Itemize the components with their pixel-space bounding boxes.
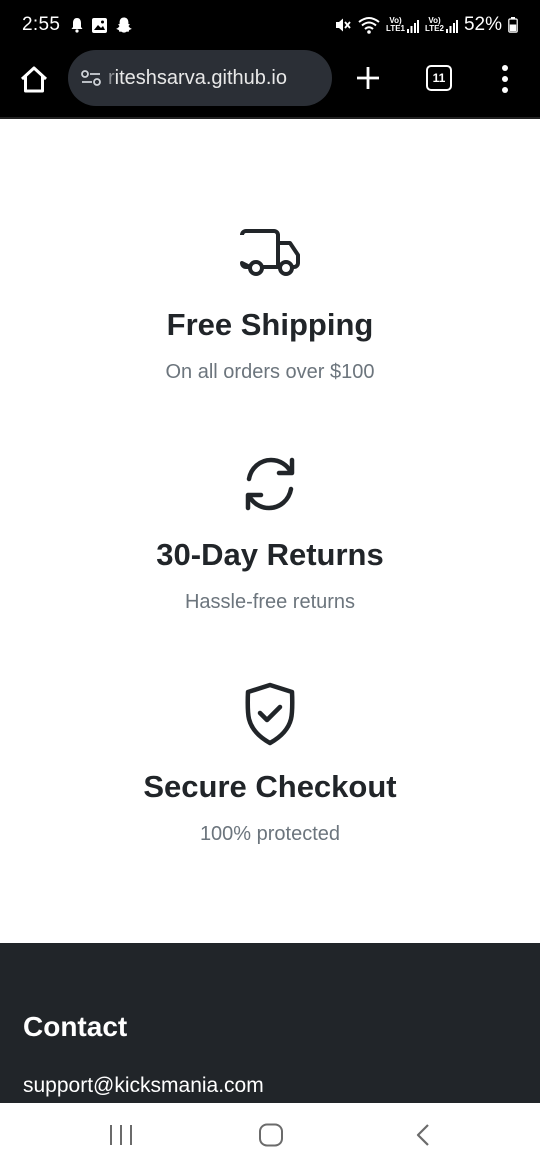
status-time: 2:55 [22, 14, 61, 35]
status-bar: 2:55 Vo) LTE1 Vo) LTE2 52% [0, 0, 540, 50]
back-icon[interactable] [412, 1123, 434, 1147]
tab-switcher-button[interactable]: 11 [426, 65, 452, 91]
features-section: Free Shipping On all orders over $100 30… [0, 119, 540, 943]
feature-title: Secure Checkout [143, 769, 397, 804]
bell-icon [71, 18, 83, 33]
feature-title: 30-Day Returns [156, 537, 384, 572]
status-notification-icons [70, 16, 133, 34]
feature-returns: 30-Day Returns Hassle-free returns [0, 453, 540, 614]
home-nav-icon[interactable] [258, 1123, 284, 1147]
system-navigation-bar [0, 1103, 540, 1170]
home-icon[interactable] [18, 64, 50, 96]
refresh-icon [245, 457, 295, 511]
battery-percent: 52% [463, 14, 502, 35]
image-icon [92, 17, 108, 33]
url-text[interactable]: riteshsarva.github.io [108, 67, 287, 90]
feature-secure-checkout: Secure Checkout 100% protected [0, 681, 540, 846]
mute-icon [336, 18, 351, 32]
wifi-icon [358, 17, 380, 34]
truck-icon [240, 229, 300, 276]
feature-description: On all orders over $100 [165, 361, 375, 383]
status-left: 2:55 [22, 14, 133, 36]
more-menu-icon[interactable] [498, 64, 512, 94]
browser-toolbar: riteshsarva.github.io 11 [0, 50, 540, 118]
footer-contact-heading: Contact [23, 1011, 128, 1042]
site-settings-icon[interactable] [80, 67, 102, 89]
footer: Contact support@kicksmania.com [0, 943, 540, 1103]
new-tab-icon[interactable] [354, 64, 382, 92]
shield-check-icon [245, 682, 295, 746]
url-bar[interactable]: riteshsarva.github.io [68, 50, 332, 106]
footer-email-link[interactable]: support@kicksmania.com [23, 1074, 264, 1098]
feature-title: Free Shipping [166, 307, 374, 342]
status-right: Vo) LTE1 Vo) LTE2 52% [334, 14, 518, 36]
battery-icon [508, 17, 518, 33]
feature-description: Hassle-free returns [184, 591, 356, 613]
snapchat-icon [116, 17, 132, 33]
signal-lte1-icon: Vo) LTE1 [386, 17, 419, 33]
signal-lte2-icon: Vo) LTE2 [425, 17, 458, 33]
recent-apps-icon[interactable] [108, 1123, 134, 1147]
feature-description: 100% protected [199, 823, 341, 845]
feature-free-shipping: Free Shipping On all orders over $100 [0, 227, 540, 384]
